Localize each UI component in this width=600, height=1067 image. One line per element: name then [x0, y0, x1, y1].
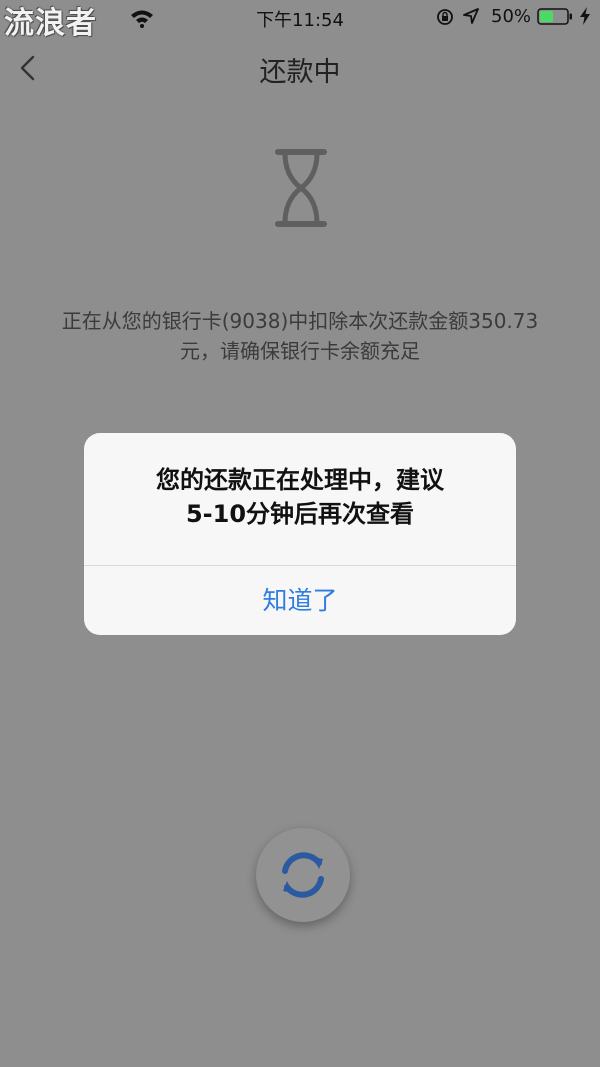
location-icon: [463, 8, 479, 24]
dialog-message-line-1: 您的还款正在处理中，建议: [156, 466, 444, 494]
status-bar: 流浪者 下午11:54 50%: [0, 0, 600, 41]
info-line-2: 元，请确保银行卡余额充足: [180, 339, 420, 363]
hourglass-icon: [275, 149, 327, 227]
dialog-ok-button[interactable]: 知道了: [84, 566, 516, 635]
repayment-info-text: 正在从您的银行卡(9038)中扣除本次还款金额350.73 元，请确保银行卡余额…: [30, 306, 570, 366]
charging-icon: [580, 7, 590, 25]
rotation-lock-icon: [437, 9, 453, 25]
info-line-1: 正在从您的银行卡(9038)中扣除本次还款金额350.73: [61, 309, 539, 333]
battery-percent: 50%: [491, 6, 532, 27]
alert-dialog: 您的还款正在处理中，建议 5-10分钟后再次查看 知道了: [84, 433, 516, 635]
refresh-button[interactable]: [256, 828, 350, 922]
dialog-message-line-2: 5-10分钟后再次查看: [185, 500, 415, 528]
dialog-message: 您的还款正在处理中，建议 5-10分钟后再次查看: [104, 463, 496, 531]
page-title: 还款中: [259, 57, 341, 88]
battery-icon: [537, 8, 572, 25]
repayment-screen: 流浪者 下午11:54 50% 还款中 正在从您的银行卡(9038)中扣除本次还…: [0, 0, 600, 1067]
refresh-icon: [282, 852, 324, 898]
